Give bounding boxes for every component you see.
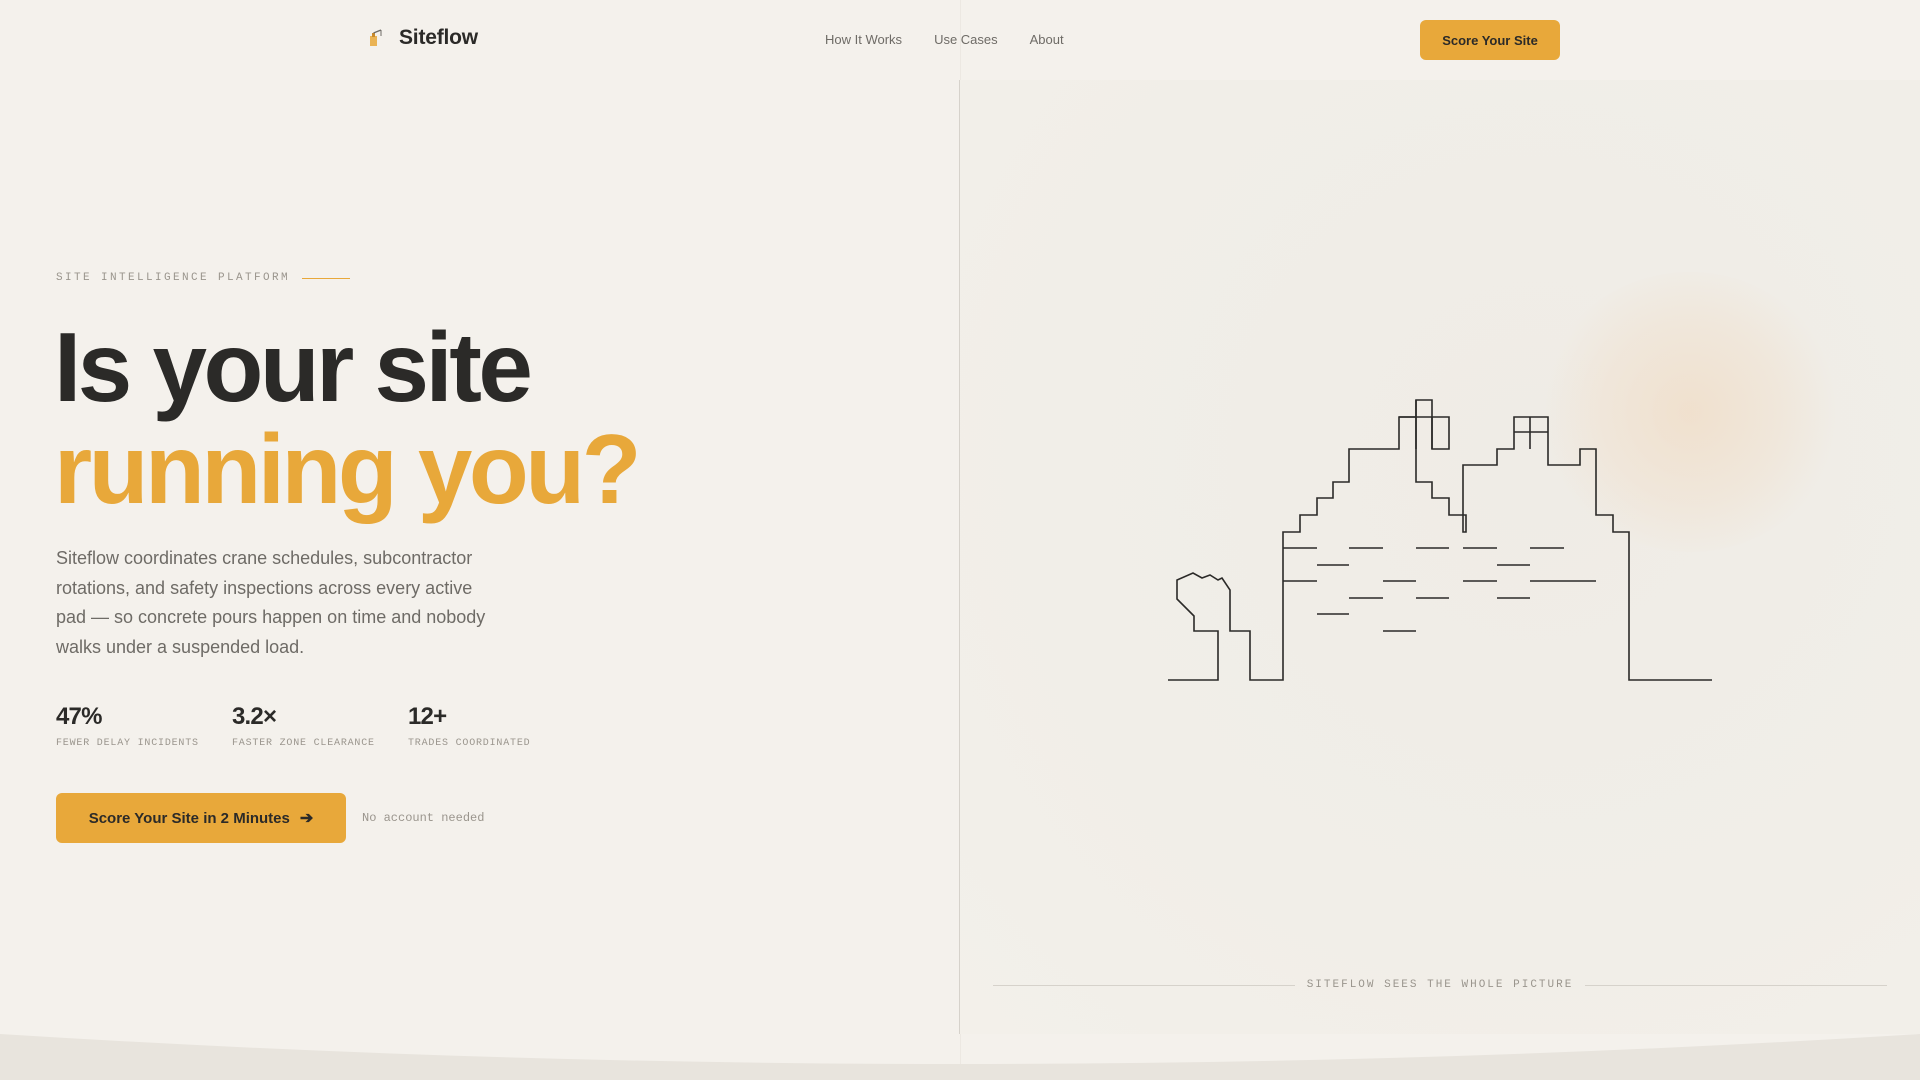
stat-clearance: 3.2× FASTER ZONE CLEARANCE — [232, 703, 408, 749]
nav-how-it-works[interactable]: How It Works — [825, 32, 902, 47]
caption-rule-right — [1585, 984, 1888, 986]
stat-value: 47% — [56, 703, 102, 730]
cta-note: No account needed — [362, 811, 485, 825]
stat-label: FASTER ZONE CLEARANCE — [232, 738, 375, 749]
panel-caption: SITEFLOW SEES THE WHOLE PICTURE — [993, 979, 1888, 991]
score-your-site-button[interactable]: Score Your Site — [1420, 20, 1560, 60]
stat-value: 3.2× — [232, 703, 277, 730]
page: Siteflow How It Works Use Cases About Sc… — [0, 0, 1920, 1080]
main-nav: How It Works Use Cases About — [825, 32, 1064, 47]
hero-divider — [959, 80, 960, 1034]
headline-line-2: running you? — [54, 414, 642, 524]
cta-label: Score Your Site in 2 Minutes — [88, 809, 290, 827]
nav-use-cases[interactable]: Use Cases — [934, 32, 998, 47]
score-site-cta-button[interactable]: Score Your Site in 2 Minutes ➔ — [56, 793, 346, 843]
caption-text: SITEFLOW SEES THE WHOLE PICTURE — [1306, 979, 1574, 991]
cta-row: Score Your Site in 2 Minutes ➔ No accoun… — [56, 793, 484, 843]
divider-top — [960, 0, 961, 80]
stat-label: TRADES COORDINATED — [408, 738, 531, 749]
stats-row: 47% FEWER DELAY INCIDENTS 3.2× FASTER ZO… — [56, 703, 584, 749]
brand[interactable]: Siteflow — [367, 26, 478, 50]
caption-rule-left — [993, 984, 1295, 986]
hero-headline: Is your site running you? — [54, 312, 642, 524]
city-skyline-illustration — [1168, 399, 1712, 681]
eyebrow-rule — [302, 277, 351, 279]
eyebrow-text: SITE INTELLIGENCE PLATFORM — [56, 272, 291, 284]
brand-name: Siteflow — [399, 26, 478, 49]
hero-description: Siteflow coordinates crane schedules, su… — [56, 548, 486, 657]
stat-trades: 12+ TRADES COORDINATED — [408, 703, 584, 749]
stat-label: FEWER DELAY INCIDENTS — [56, 738, 199, 749]
stat-value: 12+ — [408, 703, 447, 730]
eyebrow: SITE INTELLIGENCE PLATFORM — [56, 272, 351, 284]
crane-icon — [370, 29, 382, 46]
bottom-curve — [0, 1034, 1920, 1080]
arrow-right-icon: ➔ — [299, 810, 314, 827]
nav-about[interactable]: About — [1030, 32, 1064, 47]
stat-delay: 47% FEWER DELAY INCIDENTS — [56, 703, 232, 749]
headline-line-1: Is your site — [54, 312, 533, 422]
